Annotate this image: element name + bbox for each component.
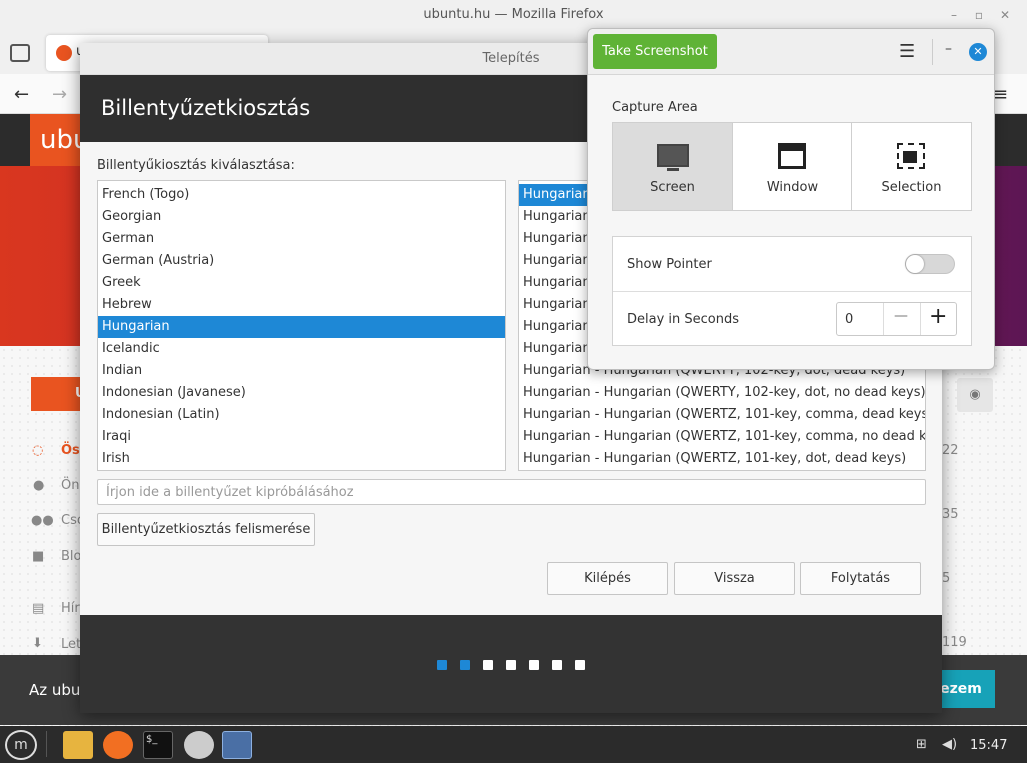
delay-increment-button[interactable]: + [929, 304, 947, 329]
close-icon[interactable]: ✕ [969, 43, 987, 61]
download-icon: ⬇ [32, 636, 43, 651]
layout-list[interactable]: French (Togo) Georgian German German (Austr… [97, 180, 506, 471]
minimize-icon[interactable]: – [946, 7, 962, 23]
mode-label-window: Window [766, 180, 819, 195]
progress-dot [529, 660, 539, 670]
show-pointer-label: Show Pointer [627, 257, 712, 272]
mode-label-selection: Selection [881, 180, 942, 195]
volume-icon[interactable]: ◀) [942, 737, 957, 752]
disc-icon[interactable] [184, 731, 214, 759]
selection-icon-fill [903, 151, 917, 163]
mode-label-screen: Screen [650, 180, 695, 195]
mint-menu-icon[interactable]: m [5, 730, 37, 760]
firefox-window-title: ubuntu.hu — Mozilla Firefox [423, 7, 604, 22]
maximize-icon[interactable]: ▫ [971, 7, 987, 23]
terminal-icon[interactable]: $_ [143, 731, 173, 759]
detect-layout-button[interactable]: Billentyűzetkiosztás felismerése [97, 513, 315, 546]
installer-heading: Billentyűzetkiosztás [101, 96, 311, 120]
group-icon: ●● [31, 513, 54, 528]
news-icon: ▤ [32, 601, 45, 616]
chat-icon: ◌ [32, 443, 44, 458]
clock[interactable]: 15:47 [970, 738, 1007, 753]
count-2: 5 [942, 571, 951, 586]
screen-icon [657, 144, 689, 167]
header-divider [932, 39, 933, 65]
minimize-icon[interactable]: – [945, 41, 952, 57]
back-button[interactable]: Vissza [674, 562, 795, 595]
layout-item[interactable]: Indonesian (Latin) [98, 404, 505, 426]
progress-dot [483, 660, 493, 670]
take-screenshot-button[interactable]: Take Screenshot [593, 34, 717, 69]
close-icon[interactable]: ✕ [997, 7, 1013, 23]
sidebar-link-3[interactable]: Blo [61, 549, 81, 564]
firefox-icon[interactable] [103, 731, 133, 759]
mode-window[interactable]: Window [732, 122, 853, 211]
screenshot-header: Take Screenshot ☰ – ✕ [588, 29, 994, 75]
hamburger-menu-icon[interactable]: ☰ [899, 41, 915, 62]
count-0: 22 [942, 443, 959, 458]
spinner-divider [883, 303, 884, 335]
window-icon [778, 143, 806, 169]
layout-item[interactable]: Hungarian [98, 316, 505, 338]
progress-dot [552, 660, 562, 670]
show-pointer-toggle[interactable] [905, 254, 955, 274]
network-icon[interactable]: ⊞ [916, 737, 927, 752]
variant-item[interactable]: Hungarian - Hungarian (QWERTZ, 101-key, … [519, 448, 925, 470]
firefox-view-icon[interactable] [10, 44, 30, 62]
back-arrow-icon[interactable]: ← [14, 84, 29, 105]
delay-decrement-button[interactable]: — [894, 308, 908, 324]
layout-item[interactable]: Icelandic [98, 338, 505, 360]
layout-item[interactable]: Indonesian (Javanese) [98, 382, 505, 404]
variant-item[interactable]: Hungarian - Hungarian (QWERTY, 102-key, … [519, 382, 925, 404]
options-divider [613, 291, 971, 292]
progress-dot [575, 660, 585, 670]
count-3: 119 [942, 635, 967, 650]
layout-select-label: Billentyűkiosztás kiválasztása: [97, 158, 295, 173]
mode-screen[interactable]: Screen [612, 122, 733, 211]
layout-item[interactable]: French (Togo) [98, 184, 505, 206]
forward-arrow-icon[interactable]: → [52, 84, 67, 105]
keyboard-test-input[interactable]: Írjon ide a billentyűzet kipróbálásához [97, 479, 926, 505]
delay-label: Delay in Seconds [627, 312, 740, 327]
layout-item[interactable]: Indian [98, 360, 505, 382]
ubuntu-favicon-icon [56, 45, 72, 61]
location-icon: ● [33, 478, 45, 493]
screenshot-window: Take Screenshot ☰ – ✕ Capture Area Scree… [587, 28, 995, 370]
delay-value[interactable]: 0 [845, 312, 853, 327]
layout-item[interactable]: Hebrew [98, 294, 505, 316]
layout-item[interactable]: Georgian [98, 206, 505, 228]
layout-item[interactable]: German [98, 228, 505, 250]
progress-dot [437, 660, 447, 670]
count-1: 35 [942, 507, 959, 522]
capture-area-label: Capture Area [612, 100, 698, 115]
taskbar-divider [46, 731, 47, 757]
layout-item[interactable]: Greek [98, 272, 505, 294]
firefox-titlebar: ubuntu.hu — Mozilla Firefox [0, 0, 1027, 30]
layout-item[interactable]: Irish [98, 448, 505, 470]
mode-selection[interactable]: Selection [851, 122, 972, 211]
progress-dot [506, 660, 516, 670]
delay-spinner: 0 — + [836, 302, 957, 336]
blog-icon: ■ [32, 549, 45, 564]
variant-item[interactable]: Hungarian - Hungarian (QWERTZ, 101-key, … [519, 404, 925, 426]
layout-item[interactable]: Iraqi [98, 426, 505, 448]
toggle-knob [906, 255, 924, 273]
files-icon[interactable] [63, 731, 93, 759]
rss-icon[interactable]: ◉ [957, 378, 993, 412]
keyboard-test-placeholder: Írjon ide a billentyűzet kipróbálásához [106, 485, 354, 500]
variant-item[interactable]: Hungarian - Hungarian (QWERTZ, 101-key, … [519, 426, 925, 448]
screen-icon-stand [667, 168, 679, 171]
menu-icon[interactable]: ≡ [993, 84, 1008, 105]
sidebar-link-5[interactable]: Let [61, 637, 81, 652]
screenshot-app-icon[interactable] [222, 731, 252, 759]
quit-button[interactable]: Kilépés [547, 562, 668, 595]
options-panel: Show Pointer Delay in Seconds 0 — + [612, 236, 972, 346]
layout-item[interactable]: German (Austria) [98, 250, 505, 272]
spinner-divider [920, 303, 921, 335]
continue-button[interactable]: Folytatás [800, 562, 921, 595]
sidebar-link-4[interactable]: Hír [61, 601, 80, 616]
progress-dot [460, 660, 470, 670]
